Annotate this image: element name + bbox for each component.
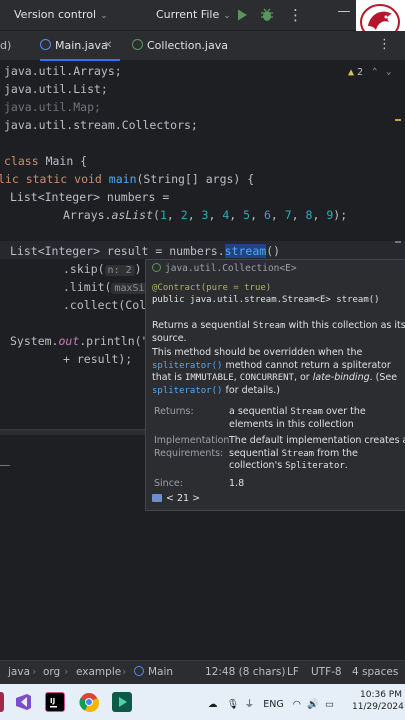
code-line-import-arrays: java.util.Arrays; — [4, 64, 122, 78]
breadcrumb-separator: › — [64, 666, 69, 678]
svg-text:IJ: IJ — [50, 697, 55, 705]
code-line-result-concat: + result); — [63, 352, 133, 366]
clock-date: 11/29/2024 — [352, 702, 404, 712]
next-highlight-icon[interactable]: ⌄ — [386, 67, 391, 77]
tabs-more-icon[interactable]: ⋮ — [378, 37, 391, 52]
doc-impl-label: Implementation Requirements: — [154, 435, 230, 459]
doc-description: Returns a sequential Stream with this co… — [152, 320, 405, 396]
code-line-import-collectors: java.util.stream.Collectors; — [4, 118, 198, 132]
panel-divider — [0, 465, 10, 466]
code-line-import-map: java.util.Map; — [4, 100, 101, 114]
tab-label: Main.java — [55, 39, 108, 52]
line-separator[interactable]: LF — [287, 666, 299, 678]
warnings-indicator[interactable]: ▲ 2 — [348, 67, 363, 78]
code-line-import-list: java.util.List; — [4, 82, 108, 96]
quick-documentation-popup[interactable]: java.util.Collection<E> @Contract(pure =… — [145, 259, 405, 511]
run-configuration-selector[interactable]: Current File ⌄ — [156, 8, 231, 21]
caret-position[interactable]: 12:48 (8 chars) — [205, 666, 285, 678]
tab-collection-java[interactable]: Collection.java — [132, 31, 228, 61]
doc-annotation: @Contract(pure = true) — [152, 283, 272, 293]
battery-icon[interactable]: ▭ — [325, 699, 334, 710]
code-line-main-decl: lic static void main(String[] args) { — [0, 172, 255, 186]
system-tray: ☁ 🎙 ⏚ ENG ◠ 🔊 ▭ — [208, 696, 334, 710]
code-line-println: System.out.println(" — [10, 334, 149, 348]
version-control-menu[interactable]: Version control ⌄ — [14, 8, 108, 21]
code-line-result-decl: List<Integer> result = numbers.stream() — [10, 244, 281, 258]
media-app-icon[interactable] — [112, 692, 132, 712]
code-line-skip: .skip(n: 2) — [63, 262, 142, 276]
code-line-numbers-decl: List<Integer> numbers = — [10, 190, 170, 204]
doc-header: java.util.Collection<E> — [152, 263, 297, 274]
class-icon — [134, 666, 144, 676]
system-clock[interactable]: 10:36 PM 11/29/2024 — [352, 689, 404, 713]
chrome-icon[interactable] — [79, 692, 100, 713]
parameter-hint: n: 2 — [104, 265, 135, 276]
breadcrumb-java[interactable]: java — [8, 666, 30, 678]
chevron-down-icon: ⌄ — [223, 11, 231, 21]
code-line-aslist: Arrays.asList(1, 2, 3, 4, 5, 6, 7, 8, 9)… — [63, 208, 348, 222]
file-encoding[interactable]: UTF-8 — [311, 666, 342, 678]
interface-icon — [152, 263, 161, 272]
warning-icon: ▲ — [348, 67, 355, 78]
version-control-label: Version control — [14, 8, 97, 21]
breadcrumb-separator: › — [32, 666, 37, 678]
class-icon — [40, 39, 51, 50]
interface-icon — [132, 39, 143, 50]
tab-previous[interactable]: d) — [0, 31, 11, 61]
breadcrumb-main[interactable]: Main — [134, 666, 173, 678]
os-taskbar: IJ ☁ 🎙 ⏚ ENG ◠ 🔊 ▭ 10:36 PM 11/29/2024 — [0, 684, 405, 720]
usb-icon[interactable]: ⏚ — [245, 699, 255, 710]
indent-setting[interactable]: 4 spaces — [352, 666, 398, 678]
doc-since-label: Since: — [154, 478, 183, 489]
app-icon[interactable] — [0, 692, 4, 712]
spliterator-link[interactable]: spliterator() — [152, 386, 222, 396]
close-tab-icon[interactable]: ✕ — [104, 40, 112, 52]
breadcrumb-example[interactable]: example — [76, 666, 121, 678]
chevron-down-icon: ⌄ — [100, 11, 108, 21]
more-actions-icon[interactable]: ⋮ — [288, 5, 303, 25]
main-toolbar: Version control ⌄ Current File ⌄ ⋮ — — [0, 0, 405, 44]
doc-since-value: 1.8 — [229, 478, 245, 489]
input-language[interactable]: ENG — [263, 699, 283, 710]
intellij-icon[interactable]: IJ — [45, 692, 65, 712]
folder-icon — [152, 494, 162, 502]
debug-icon[interactable] — [259, 7, 275, 23]
doc-impl-value: The default implementation creates a seq… — [229, 435, 405, 471]
breadcrumb-separator: › — [122, 666, 127, 678]
previous-highlight-icon[interactable]: ⌃ — [372, 67, 377, 77]
scroll-marker — [395, 119, 401, 121]
scroll-marker — [395, 241, 401, 243]
jdk-version-label: < 21 > — [166, 493, 201, 504]
microphone-icon[interactable]: 🎙 — [227, 699, 239, 710]
code-line-class-decl: class Main { — [4, 154, 88, 168]
cloud-icon[interactable]: ☁ — [208, 699, 218, 710]
status-bar: java › org › example › Main 12:48 (8 cha… — [0, 660, 405, 684]
doc-footer[interactable]: < 21 > — [152, 493, 200, 504]
tab-label: d) — [0, 39, 12, 52]
warnings-count: 2 — [357, 67, 364, 78]
editor-tabs: d) Main.java ✕ Collection.java ⋮ — [0, 31, 405, 61]
clock-time: 10:36 PM — [360, 690, 402, 700]
doc-method-signature: public java.util.stream.Stream<E> stream… — [152, 295, 380, 305]
volume-icon[interactable]: 🔊 — [307, 699, 319, 710]
tab-label: Collection.java — [147, 39, 228, 52]
run-icon[interactable] — [234, 7, 250, 23]
doc-returns-label: Returns: — [154, 406, 194, 417]
code-line-collect: .collect(Coll — [63, 298, 154, 312]
selected-token-stream: stream — [224, 244, 267, 258]
minimize-icon[interactable]: — — [335, 4, 353, 24]
doc-returns-value: a sequential Stream over the elements in… — [229, 406, 366, 430]
visual-studio-icon[interactable] — [13, 692, 33, 712]
doc-signature: @Contract(pure = true) public java.util.… — [152, 282, 380, 306]
wifi-icon[interactable]: ◠ — [293, 699, 301, 710]
spliterator-link[interactable]: spliterator() — [152, 361, 222, 371]
run-config-label: Current File — [156, 8, 220, 21]
breadcrumb-org[interactable]: org — [43, 666, 60, 678]
